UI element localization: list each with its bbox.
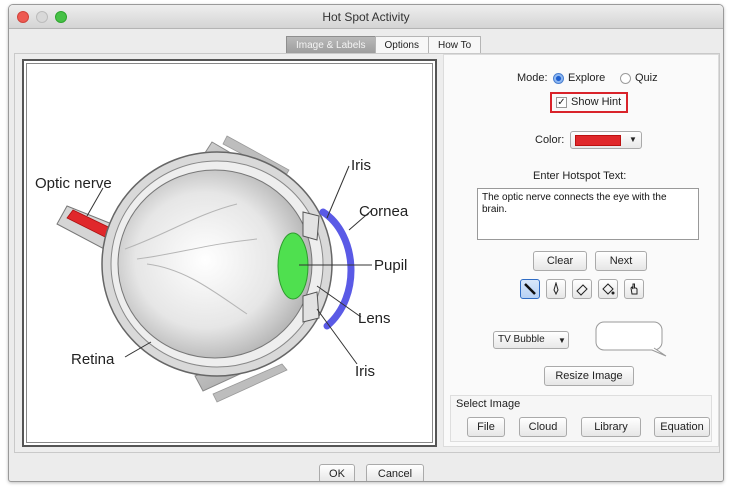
equation-button[interactable]: Equation xyxy=(654,417,710,437)
line-tool-button[interactable] xyxy=(520,279,540,299)
label-pupil: Pupil xyxy=(374,257,407,274)
mode-explore-radio[interactable] xyxy=(553,73,564,84)
fill-tool-button[interactable] xyxy=(598,279,618,299)
label-iris-bottom: Iris xyxy=(355,363,375,380)
mode-explore-label[interactable]: Explore xyxy=(568,72,605,84)
mode-quiz-label[interactable]: Quiz xyxy=(635,72,658,84)
hot-spot-activity-window: Hot Spot Activity Image & Labels Options… xyxy=(8,4,724,482)
settings-panel: Mode: Explore Quiz ✓ Show Hint Color: ▼ … xyxy=(443,54,719,447)
iris-top-line xyxy=(326,165,350,219)
label-retina: Retina xyxy=(71,351,115,368)
mode-quiz-radio[interactable] xyxy=(620,73,631,84)
file-button[interactable]: File xyxy=(467,417,505,437)
optic-nerve-line xyxy=(86,187,104,217)
library-button[interactable]: Library xyxy=(581,417,641,437)
line-tool-icon xyxy=(524,283,536,295)
show-hint-label[interactable]: Show Hint xyxy=(571,96,621,108)
speech-bubble-preview xyxy=(595,321,667,357)
pen-tool-icon xyxy=(553,282,559,296)
eraser-tool-icon xyxy=(576,284,588,296)
title-bar: Hot Spot Activity xyxy=(9,5,723,29)
hotspot-text-input[interactable]: The optic nerve connects the eye with th… xyxy=(477,188,699,240)
image-canvas[interactable]: Iris Cornea Pupil Lens Iris Optic nerve … xyxy=(22,59,437,447)
image-canvas-inner: Iris Cornea Pupil Lens Iris Optic nerve … xyxy=(26,63,433,443)
color-label: Color: xyxy=(535,134,565,146)
iris-bottom-shape xyxy=(302,291,320,323)
window-title: Hot Spot Activity xyxy=(322,10,410,24)
chevron-down-icon: ▼ xyxy=(629,135,637,144)
hotspot-text-label: Enter Hotspot Text: xyxy=(533,170,627,182)
lens-highlight xyxy=(277,232,309,300)
label-iris-top: Iris xyxy=(351,157,371,174)
pen-tool-button[interactable] xyxy=(546,279,566,299)
bubble-style-value: TV Bubble xyxy=(498,334,545,345)
color-picker[interactable]: ▼ xyxy=(570,131,642,149)
next-button[interactable]: Next xyxy=(595,251,647,271)
show-hint-highlight: ✓ Show Hint xyxy=(550,92,628,113)
label-lens: Lens xyxy=(358,310,391,327)
mode-label: Mode: xyxy=(517,72,548,84)
tab-bar: Image & Labels Options How To xyxy=(286,36,482,54)
fill-tool-icon xyxy=(602,283,615,295)
tab-options[interactable]: Options xyxy=(374,36,429,54)
cancel-button[interactable]: Cancel xyxy=(366,464,424,481)
eraser-tool-button[interactable] xyxy=(572,279,592,299)
chevron-down-icon: ▼ xyxy=(558,336,566,345)
tab-how-to[interactable]: How To xyxy=(427,36,482,54)
iris-top-shape xyxy=(302,211,320,241)
hand-tool-icon xyxy=(630,283,638,295)
select-image-group: Select Image File Cloud Library Equation xyxy=(450,395,712,442)
label-optic-nerve: Optic nerve xyxy=(35,175,112,192)
ok-button[interactable]: OK xyxy=(319,464,355,481)
show-hint-checkbox[interactable]: ✓ xyxy=(556,97,567,108)
resize-image-button[interactable]: Resize Image xyxy=(544,366,634,386)
eye-diagram: Iris Cornea Pupil Lens Iris Optic nerve … xyxy=(35,135,409,403)
tab-image-labels[interactable]: Image & Labels xyxy=(286,36,376,54)
cloud-button[interactable]: Cloud xyxy=(519,417,567,437)
hand-tool-button[interactable] xyxy=(624,279,644,299)
select-image-legend: Select Image xyxy=(456,398,521,410)
clear-button[interactable]: Clear xyxy=(533,251,587,271)
label-cornea: Cornea xyxy=(359,203,409,220)
color-swatch xyxy=(575,135,621,146)
tab-content: Iris Cornea Pupil Lens Iris Optic nerve … xyxy=(14,53,720,453)
bubble-style-select[interactable]: TV Bubble ▼ xyxy=(493,331,569,349)
